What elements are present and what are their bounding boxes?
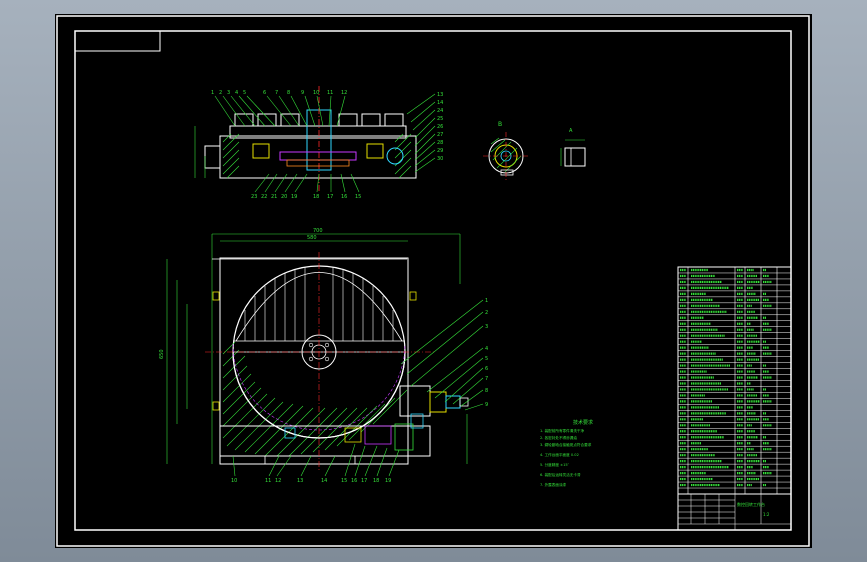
detail-view-pin: A: [560, 128, 586, 167]
main-plan-view: 700 580 650 123 456 789 10 11 12 13 14 1…: [159, 228, 488, 484]
drawing-viewport[interactable]: 123 456 789 10 11 12 23 22 21 20 19 18 17 16 15 …: [55, 14, 812, 548]
svg-text:18: 18: [373, 478, 379, 484]
svg-text:10: 10: [313, 90, 319, 96]
svg-text:15: 15: [355, 194, 361, 200]
svg-text:22: 22: [261, 194, 267, 200]
svg-text:14: 14: [437, 100, 443, 106]
svg-text:20: 20: [281, 194, 287, 200]
notes-line-6: 6. 装配后运转灵活无卡滞: [540, 472, 581, 477]
svg-text:9: 9: [301, 90, 304, 96]
notes-line-3: 3. 蜗轮副啮合接触斑点符合要求: [540, 442, 592, 447]
svg-text:3: 3: [227, 90, 230, 96]
svg-text:1: 1: [211, 90, 214, 96]
notes-line-5: 5. 分度精度 ±15″: [540, 462, 570, 467]
notes-title: 技术要求: [573, 419, 593, 426]
technical-notes: 技术要求 1. 装配前所有零件清洗干净 2. 各密封处不得渗漏油 3. 蜗轮副啮…: [540, 419, 593, 487]
drawing-name: 数控回转工作台: [737, 501, 765, 507]
svg-text:27: 27: [437, 132, 443, 138]
detail-b-label: B: [498, 121, 502, 128]
notes-line-2: 2. 各密封处不得渗漏油: [540, 435, 577, 440]
svg-text:26: 26: [437, 124, 443, 130]
svg-text:A: A: [569, 128, 573, 134]
svg-text:17: 17: [361, 478, 367, 484]
dim-height: 650: [159, 349, 165, 359]
svg-text:18: 18: [313, 194, 319, 200]
svg-text:19: 19: [385, 478, 391, 484]
reference-box: [74, 30, 161, 52]
svg-text:6: 6: [263, 90, 266, 96]
svg-text:13: 13: [437, 92, 443, 98]
svg-text:7: 7: [485, 376, 488, 382]
svg-text:3: 3: [485, 324, 488, 330]
svg-text:5: 5: [243, 90, 246, 96]
notes-line-7: 7. 外露表面涂漆: [540, 482, 567, 487]
svg-text:16: 16: [351, 478, 357, 484]
svg-text:11: 11: [265, 478, 271, 484]
svg-text:21: 21: [271, 194, 277, 200]
svg-text:4: 4: [235, 90, 238, 96]
svg-text:19: 19: [291, 194, 297, 200]
notes-line-4: 4. 工作台面平面度 0.02: [540, 452, 579, 457]
svg-text:30: 30: [437, 156, 443, 162]
svg-text:7: 7: [275, 90, 278, 96]
svg-text:11: 11: [327, 90, 333, 96]
svg-text:2: 2: [485, 310, 488, 316]
svg-text:4: 4: [485, 346, 488, 352]
svg-text:17: 17: [327, 194, 333, 200]
svg-text:15: 15: [341, 478, 347, 484]
svg-text:29: 29: [437, 148, 443, 154]
svg-text:16: 16: [341, 194, 347, 200]
dim-inner-width: 580: [307, 235, 317, 241]
title-block: 数控回转工作台 1:2: [677, 493, 792, 531]
svg-text:12: 12: [341, 90, 347, 96]
svg-text:8: 8: [287, 90, 290, 96]
svg-text:9: 9: [485, 402, 488, 408]
notes-line-1: 1. 装配前所有零件清洗干净: [540, 428, 585, 433]
svg-text:13: 13: [297, 478, 303, 484]
drawing-scale: 1:2: [763, 512, 770, 517]
svg-text:6: 6: [485, 366, 488, 372]
parts-list: [677, 266, 792, 495]
svg-text:2: 2: [219, 90, 222, 96]
top-section-view: 123 456 789 10 11 12 23 22 21 20 19 18 17 16 15 …: [194, 86, 443, 200]
svg-text:24: 24: [437, 108, 443, 114]
svg-text:10: 10: [231, 478, 237, 484]
svg-text:12: 12: [275, 478, 281, 484]
svg-text:25: 25: [437, 116, 443, 122]
svg-text:1: 1: [485, 298, 488, 304]
dim-top-width: 700: [313, 228, 323, 234]
detail-view-b: B: [483, 121, 529, 180]
svg-text:28: 28: [437, 140, 443, 146]
cad-drawing: 123 456 789 10 11 12 23 22 21 20 19 18 17 16 15 …: [56, 15, 810, 547]
svg-text:8: 8: [485, 388, 488, 394]
svg-text:23: 23: [251, 194, 257, 200]
svg-text:14: 14: [321, 478, 327, 484]
svg-text:5: 5: [485, 356, 488, 362]
